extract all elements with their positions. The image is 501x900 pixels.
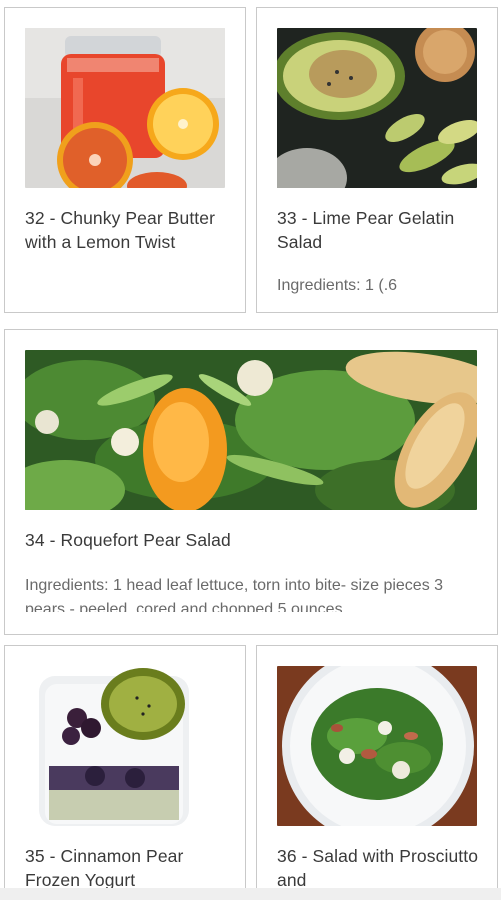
- recipe-title: 36 - Salad with Prosciutto and: [277, 846, 479, 890]
- bottom-edge: [0, 888, 501, 900]
- recipe-ingredients: Ingredients: 1 head leaf lettuce, torn i…: [25, 577, 444, 612]
- recipe-image-36: [277, 666, 477, 826]
- recipe-image-34: [25, 350, 477, 510]
- recipe-title: 32 - Chunky Pear Butter with a Lemon Twi…: [25, 208, 216, 252]
- recipe-image-35: [25, 666, 225, 826]
- recipe-image-33: [277, 28, 477, 188]
- recipe-title: 33 - Lime Pear Gelatin Salad: [277, 208, 455, 252]
- recipe-title: 35 - Cinnamon Pear Frozen Yogurt: [25, 846, 184, 890]
- recipe-card-35[interactable]: 35 - Cinnamon Pear Frozen Yogurt: [4, 645, 246, 900]
- recipe-ingredients: Ingredients: 1 (.6: [277, 277, 398, 294]
- recipe-image-32: [25, 28, 225, 188]
- recipe-title: 34 - Roquefort Pear Salad: [25, 530, 231, 550]
- recipe-card-32[interactable]: 32 - Chunky Pear Butter with a Lemon Twi…: [4, 7, 246, 313]
- recipe-card-34[interactable]: 34 - Roquefort Pear Salad Ingredients: 1…: [4, 329, 498, 635]
- recipe-card-33[interactable]: 33 - Lime Pear Gelatin Salad Ingredients…: [256, 7, 498, 313]
- recipe-card-36[interactable]: 36 - Salad with Prosciutto and: [256, 645, 498, 900]
